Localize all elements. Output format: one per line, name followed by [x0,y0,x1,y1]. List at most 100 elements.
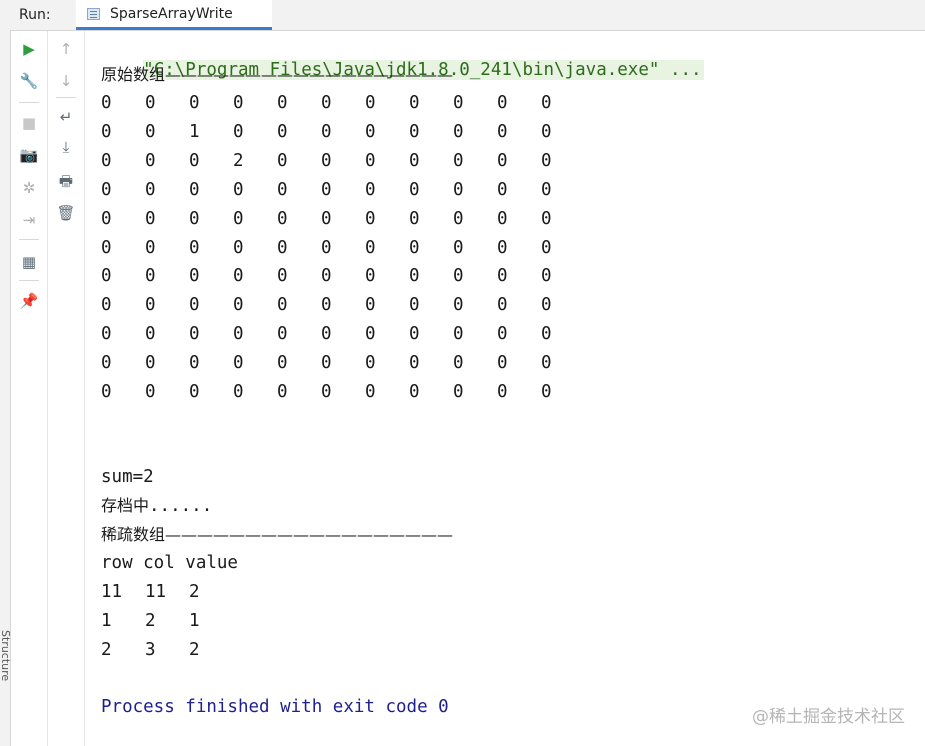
array-row: 0 0 0 0 0 0 0 0 0 0 0 [101,207,585,231]
array-cell: 0 [453,353,464,374]
array-cell: 0 [497,93,508,113]
array-cell: 0 [497,237,508,258]
array-cell: 0 [321,295,332,316]
array-cell: 0 [233,266,244,287]
camera-icon[interactable]: 📷 [19,145,39,165]
array-cell: 0 [277,179,288,200]
layout-icon[interactable]: ▦ [19,252,39,272]
array-cell: 0 [277,295,288,316]
array-cell: 0 [409,353,420,374]
array-cell: 0 [453,121,464,142]
array-cell: 0 [497,179,508,200]
console-output[interactable]: "C:\Program Files\Java\jdk1.8.0_241\bin\… [101,31,925,746]
array-cell: 0 [189,93,200,113]
structure-tab-label[interactable]: Structure [0,630,12,700]
array-cell: 0 [365,208,376,229]
array-cell: 0 [497,150,508,171]
array-cell: 0 [409,150,420,171]
sparse-cell: 11 [101,582,123,602]
sparse-cell: 1 [189,611,200,631]
array-cell: 0 [145,382,156,402]
up-arrow-icon[interactable]: ↑ [56,39,76,59]
array-cell: 0 [541,93,552,113]
array-cell: 0 [409,266,420,287]
down-arrow-icon[interactable]: ↓ [56,71,76,91]
array-cell: 0 [453,266,464,287]
array-cell: 0 [365,179,376,200]
array-cell: 0 [321,237,332,258]
array-row: 0 0 0 0 0 0 0 0 0 0 0 [101,264,585,288]
array-cell: 0 [409,237,420,258]
exit-icon[interactable]: ⇥ [19,210,39,230]
array-cell: 0 [321,93,332,113]
array-cell: 0 [101,266,112,287]
array-cell: 0 [453,295,464,316]
array-row: 0 0 0 2 0 0 0 0 0 0 0 [101,149,585,173]
array-cell: 0 [497,266,508,287]
rerun-icon[interactable]: ▶ [19,39,39,59]
array-cell: 0 [189,382,200,402]
array-cell: 0 [321,208,332,229]
print-icon[interactable]: 🖶 [56,171,76,191]
array-cell: 0 [145,121,156,142]
debug-bug-icon[interactable]: ✲ [19,178,39,198]
array-cell: 0 [189,295,200,316]
trash-icon[interactable]: 🗑 [56,203,76,223]
array-cell: 0 [541,353,552,374]
array-cell: 0 [277,150,288,171]
array-cell: 0 [497,324,508,345]
array-cell: 0 [233,121,244,142]
run-config-tab-title: SparseArrayWrite [110,6,233,22]
array-cell: 0 [145,208,156,229]
array-cell: 0 [497,382,508,402]
pin-icon[interactable]: 📌 [19,291,39,311]
sparse-row: 11 11 2 [101,580,233,604]
run-tab-bar: Run: SparseArrayWrite [10,0,925,31]
array-cell: 0 [453,208,464,229]
array-row: 0 0 1 0 0 0 0 0 0 0 0 [101,120,585,144]
structure-tool-strip[interactable]: Structure [0,0,12,746]
array-cell: 0 [365,295,376,316]
array-cell: 0 [189,150,200,171]
array-cell: 0 [321,179,332,200]
array-row: 0 0 0 0 0 0 0 0 0 0 0 [101,293,585,317]
toolbar-separator [19,102,39,103]
stop-icon[interactable]: ■ [19,113,39,133]
array-cell: 0 [233,324,244,345]
array-cell: 0 [409,295,420,316]
array-row: 0 0 0 0 0 0 0 0 0 0 0 [101,178,585,202]
sparse-cell: 1 [101,611,112,631]
run-toolbar-secondary: ↑ ↓ ↵ ⤓ 🖶 🗑 [48,31,85,746]
array-cell: 0 [365,353,376,374]
array-cell: 0 [233,237,244,258]
array-cell: 0 [409,208,420,229]
sparse-cell: 2 [189,640,200,660]
array-cell: 0 [189,353,200,374]
array-cell: 0 [409,382,420,402]
array-cell: 0 [541,295,552,316]
array-cell: 0 [409,324,420,345]
array-cell: 0 [277,382,288,402]
array-cell: 0 [321,324,332,345]
array-row: 0 0 0 0 0 0 0 0 0 0 0 [101,380,585,404]
array-cell: 0 [321,382,332,402]
console-window-icon [87,8,100,20]
array-cell: 0 [497,208,508,229]
array-cell: 0 [365,237,376,258]
array-cell: 0 [497,121,508,142]
array-cell: 0 [541,266,552,287]
array-cell: 0 [321,121,332,142]
wrench-icon[interactable]: 🔧 [19,71,39,91]
run-config-tab[interactable]: SparseArrayWrite [76,0,272,30]
sparse-cell: 2 [145,611,156,631]
array-cell: 0 [233,295,244,316]
array-cell: 0 [145,179,156,200]
array-row: 0 0 0 0 0 0 0 0 0 0 0 [101,351,585,375]
array-cell: 0 [365,121,376,142]
array-cell: 0 [189,266,200,287]
soft-wrap-icon[interactable]: ↵ [56,107,76,127]
scroll-to-end-icon[interactable]: ⤓ [56,137,76,157]
array-cell: 0 [101,179,112,200]
array-cell: 0 [101,208,112,229]
array-cell: 0 [541,324,552,345]
